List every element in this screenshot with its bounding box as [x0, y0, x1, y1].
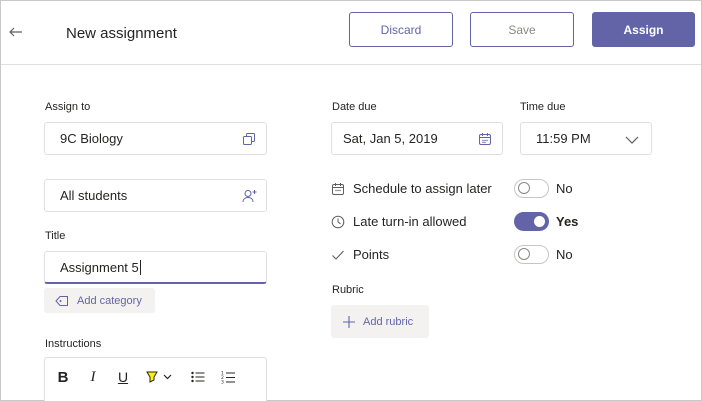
highlight-icon[interactable] — [142, 367, 162, 387]
header-bar: New assignment Discard Save Assign — [1, 1, 701, 65]
date-due-label: Date due — [332, 101, 377, 113]
add-rubric-label: Add rubric — [363, 315, 414, 328]
calendar-icon[interactable] — [478, 132, 492, 146]
text-cursor — [139, 259, 141, 275]
title-input[interactable]: Assignment 5 — [44, 251, 267, 284]
underline-button[interactable]: U — [113, 367, 133, 387]
schedule-toggle-state: No — [556, 181, 573, 196]
points-option-label: Points — [353, 247, 390, 262]
page-title: New assignment — [66, 25, 177, 42]
schedule-option-label: Schedule to assign later — [353, 181, 492, 196]
tag-icon — [55, 295, 69, 307]
students-value: All students — [60, 188, 128, 203]
add-category-button[interactable]: Add category — [44, 288, 155, 313]
discard-button[interactable]: Discard — [349, 12, 453, 47]
schedule-option: Schedule to assign later — [331, 181, 492, 196]
checkmark-icon — [331, 248, 345, 262]
late-turnin-toggle-state: Yes — [556, 214, 579, 229]
time-due-value: 11:59 PM — [536, 131, 591, 146]
instructions-editor[interactable]: B I U 123 — [44, 357, 267, 401]
copy-icon[interactable] — [242, 132, 256, 146]
chevron-down-icon[interactable] — [162, 367, 172, 387]
numbered-list-icon[interactable]: 123 — [218, 367, 238, 387]
back-arrow-icon[interactable] — [7, 23, 25, 41]
students-selector[interactable]: All students — [44, 179, 267, 212]
rubric-label: Rubric — [332, 284, 364, 296]
title-label: Title — [45, 230, 66, 242]
chevron-down-icon — [625, 132, 639, 146]
points-toggle[interactable] — [514, 245, 549, 264]
calendar-icon — [331, 182, 345, 196]
late-turnin-option-label: Late turn-in allowed — [353, 214, 467, 229]
assign-button[interactable]: Assign — [592, 12, 695, 47]
svg-text:3: 3 — [221, 380, 224, 385]
date-due-value: Sat, Jan 5, 2019 — [343, 131, 438, 146]
add-category-label: Add category — [77, 294, 142, 307]
points-option: Points — [331, 247, 389, 262]
add-person-icon[interactable] — [242, 189, 257, 203]
late-turnin-option: Late turn-in allowed — [331, 214, 466, 229]
italic-button[interactable]: I — [83, 367, 103, 387]
save-button[interactable]: Save — [470, 12, 574, 47]
time-due-label: Time due — [520, 101, 566, 113]
bullet-list-icon[interactable] — [188, 367, 208, 387]
instructions-label: Instructions — [45, 338, 102, 350]
date-due-picker[interactable]: Sat, Jan 5, 2019 — [331, 122, 503, 155]
clock-icon — [331, 215, 345, 229]
class-value: 9C Biology — [60, 131, 123, 146]
time-due-select[interactable]: 11:59 PM — [520, 122, 652, 155]
points-toggle-state: No — [556, 247, 573, 262]
title-value: Assignment 5 — [60, 259, 139, 275]
bold-button[interactable]: B — [53, 367, 73, 387]
plus-icon — [343, 315, 355, 328]
add-rubric-button[interactable]: Add rubric — [331, 305, 429, 338]
schedule-toggle[interactable] — [514, 179, 549, 198]
late-turnin-toggle[interactable] — [514, 212, 549, 231]
assign-to-label: Assign to — [45, 101, 91, 113]
class-selector[interactable]: 9C Biology — [44, 122, 267, 155]
